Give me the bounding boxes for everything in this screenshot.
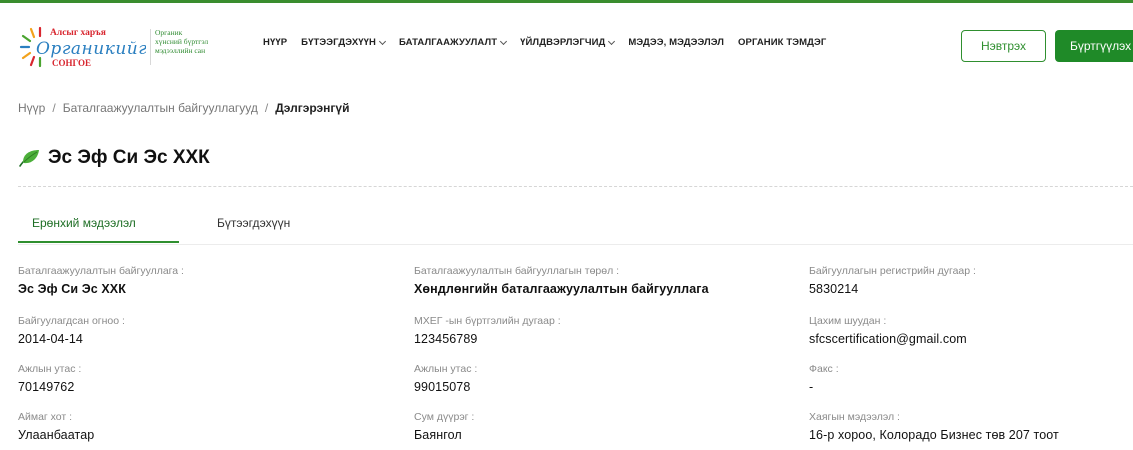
tagline: Органик хүнсний бүртгэл мэдээллийн сан [155, 28, 245, 55]
info-field: МХЕГ -ын бүртгэлийн дугаар : 123456789 [414, 315, 804, 346]
page-title-row: Эс Эф Си Эс ХХК [18, 147, 210, 169]
breadcrumb-current: Дэлгэрэнгүй [275, 101, 350, 115]
field-label: МХЕГ -ын бүртгэлийн дугаар : [414, 315, 561, 327]
field-value: 70149762 [18, 380, 75, 394]
info-field: Байгууллагын регистрийн дугаар : 5830214 [809, 265, 1133, 296]
breadcrumb-separator: / [52, 101, 56, 115]
nav-item-label: МЭДЭЭ, МЭДЭЭЛЭЛ [628, 37, 725, 48]
tab-bar: Ерөнхий мэдээлэл Бүтээгдэхүүн [18, 209, 290, 245]
main-nav: НҮҮР БҮТЭЭГДЭХҮҮН БАТАЛГААЖУУЛАЛТ ҮЙЛДВЭ… [263, 37, 840, 48]
field-label: Баталгаажуулалтын байгууллага : [18, 265, 184, 277]
nav-item-label: НҮҮР [263, 37, 288, 48]
nav-item-producers[interactable]: ҮЙЛДВЭРЛЭГЧИД [520, 37, 616, 48]
site-logo[interactable]: Алсыг харъя Органикийг СОНГОЕ [18, 25, 146, 69]
breadcrumb-certifiers-link[interactable]: Баталгаажуулалтын байгууллагууд [63, 101, 258, 115]
info-field: Цахим шуудан : sfcscertification@gmail.c… [809, 315, 1133, 346]
nav-item-products[interactable]: БҮТЭЭГДЭХҮҮН [301, 37, 387, 48]
logo-divider [150, 29, 151, 65]
field-value: Эс Эф Си Эс ХХК [18, 282, 126, 296]
title-divider [18, 186, 1133, 187]
info-field: Баталгаажуулалтын байгууллагын төрөл : Х… [414, 265, 804, 296]
info-field: Ажлын утас : 70149762 [18, 363, 408, 394]
tagline-line: Органик [155, 28, 183, 37]
field-value: 99015078 [414, 380, 471, 394]
field-label: Ажлын утас : [414, 363, 478, 375]
nav-item-certification[interactable]: БАТАЛГААЖУУЛАЛТ [399, 37, 508, 48]
field-label: Ажлын утас : [18, 363, 82, 375]
site-header: Алсыг харъя Органикийг СОНГОЕ Органик хү… [0, 3, 1133, 80]
field-value: 2014-04-14 [18, 332, 83, 346]
field-value: - [809, 380, 814, 394]
chevron-down-icon [608, 37, 616, 45]
field-label: Байгууллагын регистрийн дугаар : [809, 265, 976, 277]
field-value: Хөндлөнгийн баталгаажуулалтын байгууллаг… [414, 282, 709, 296]
breadcrumb: Нүүр / Баталгаажуулалтын байгууллагууд /… [18, 101, 349, 115]
login-button[interactable]: Нэвтрэх [961, 30, 1046, 62]
nav-item-label: ОРГАНИК ТЭМДЭГ [738, 37, 827, 48]
info-field: Сум дүүрэг : Баянгол [414, 411, 804, 442]
info-field: Баталгаажуулалтын байгууллага : Эс Эф Си… [18, 265, 408, 296]
logo-bottom-line: СОНГОЕ [52, 58, 91, 68]
info-field: Ажлын утас : 99015078 [414, 363, 804, 394]
page-title: Эс Эф Си Эс ХХК [48, 147, 210, 168]
tagline-line: мэдээллийн сан [155, 46, 206, 55]
logo-script-text: Органикийг [36, 39, 146, 59]
leaf-icon [19, 150, 39, 167]
nav-item-label: БАТАЛГААЖУУЛАЛТ [399, 37, 498, 48]
field-value: 123456789 [414, 332, 478, 346]
info-field: Хаягын мэдээлэл : 16-р хороо, Колорадо Б… [809, 411, 1133, 442]
field-label: Сум дүүрэг : [414, 411, 475, 423]
info-field: Байгуулагдсан огноо : 2014-04-14 [18, 315, 408, 346]
tabs-divider [18, 244, 1133, 245]
nav-item-organic-mark[interactable]: ОРГАНИК ТЭМДЭГ [738, 37, 826, 48]
info-field: Факс : - [809, 363, 1133, 394]
field-label: Байгуулагдсан огноо : [18, 315, 125, 327]
field-value: Улаанбаатар [18, 428, 95, 442]
field-label: Цахим шуудан : [809, 315, 887, 327]
nav-item-label: БҮТЭЭГДЭХҮҮН [301, 37, 377, 48]
email-value[interactable]: sfcscertification@gmail.com [809, 332, 1133, 346]
tagline-line: хүнсний бүртгэл [155, 37, 209, 46]
field-label: Аймаг хот : [18, 411, 73, 423]
field-label: Хаягын мэдээлэл : [809, 411, 900, 423]
logo-top-line: Алсыг харъя [50, 28, 106, 38]
field-label: Баталгаажуулалтын байгууллагын төрөл : [414, 265, 620, 277]
register-button[interactable]: Бүртгүүлэх [1055, 30, 1133, 62]
chevron-down-icon [500, 37, 508, 45]
breadcrumb-home-link[interactable]: Нүүр [18, 101, 45, 115]
field-value: 16-р хороо, Колорадо Бизнес төв 207 тоот [809, 428, 1059, 442]
tab-products[interactable]: Бүтээгдэхүүн [217, 209, 290, 243]
chevron-down-icon [378, 37, 387, 45]
nav-item-home[interactable]: НҮҮР [263, 37, 287, 48]
breadcrumb-separator: / [264, 101, 269, 115]
nav-item-label: ҮЙЛДВЭРЛЭГЧИД [520, 37, 606, 48]
field-value: Баянгол [414, 428, 462, 442]
field-value: 5830214 [809, 282, 859, 296]
tab-general-info[interactable]: Ерөнхий мэдээлэл [18, 209, 179, 243]
nav-item-news[interactable]: МЭДЭЭ, МЭДЭЭЛЭЛ [628, 37, 724, 48]
field-label: Факс : [809, 363, 839, 375]
info-field: Аймаг хот : Улаанбаатар [18, 411, 408, 442]
